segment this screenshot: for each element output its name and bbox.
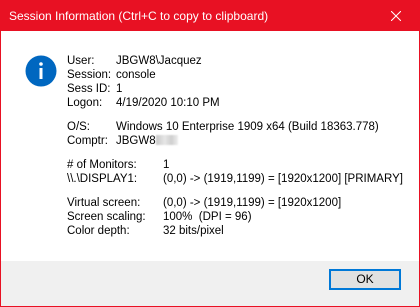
- close-button[interactable]: [373, 1, 419, 31]
- virtual-screen-label: Virtual screen:: [67, 197, 141, 209]
- screen-scaling-value: 100% (DPI = 96): [163, 211, 252, 223]
- logon-label: Logon:: [67, 97, 103, 109]
- session-info-dialog: Session Information (Ctrl+C to copy to c…: [0, 0, 420, 307]
- os-value: Windows 10 Enterprise 1909 x64 (Build 18…: [116, 121, 379, 133]
- title-bar[interactable]: Session Information (Ctrl+C to copy to c…: [1, 1, 419, 31]
- monitor-count-value: 1: [163, 159, 170, 171]
- monitor-count-label: # of Monitors:: [67, 159, 137, 171]
- comptr-value-group: JBGW8: [116, 135, 178, 148]
- user-label: User:: [67, 55, 95, 67]
- screen-scaling-label: Screen scaling:: [67, 211, 146, 223]
- color-depth-label: Color depth:: [67, 225, 130, 237]
- window-title: Session Information (Ctrl+C to copy to c…: [9, 9, 269, 23]
- virtual-screen-value: (0,0) -> (1919,1199) = [1920x1200]: [163, 197, 342, 209]
- button-bar: OK: [1, 261, 419, 306]
- ok-button[interactable]: OK: [329, 269, 401, 290]
- comptr-label: Comptr:: [67, 135, 108, 147]
- sessid-value: 1: [116, 83, 123, 95]
- user-value: JBGW8\Jacquez: [116, 55, 202, 67]
- logon-value: 4/19/2020 10:10 PM: [116, 97, 220, 109]
- dialog-content: User: JBGW8\Jacquez Session: console Ses…: [1, 31, 419, 261]
- sessid-label: Sess ID:: [67, 83, 111, 95]
- display-value: (0,0) -> (1919,1199) = [1920x1200] [PRIM…: [163, 173, 403, 185]
- session-label: Session:: [67, 69, 112, 81]
- info-icon: [25, 55, 57, 87]
- display-label: \\.\DISPLAY1:: [67, 173, 138, 185]
- color-depth-value: 32 bits/pixel: [163, 225, 224, 237]
- comptr-value: JBGW8: [116, 135, 156, 147]
- session-value: console: [116, 69, 156, 81]
- os-label: O/S:: [67, 121, 91, 133]
- close-icon: [391, 11, 401, 21]
- redacted-blur: [155, 135, 178, 145]
